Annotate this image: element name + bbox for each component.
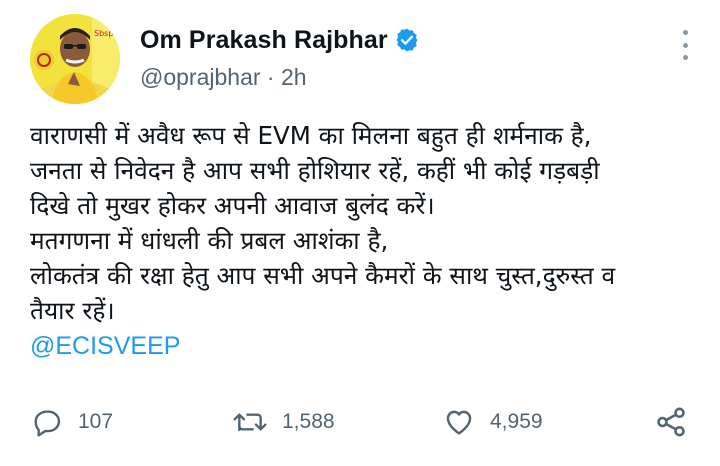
reply-icon — [34, 410, 61, 437]
like-button[interactable]: 4,959 — [442, 402, 543, 442]
retweet-button[interactable]: 1,588 — [232, 402, 335, 442]
avatar-badge-text: Sbsp — [94, 29, 113, 38]
tweet-line: तैयार रहें। — [30, 296, 115, 325]
tweet-text: वाराणसी में अवैध रूप से EVM का मिलना बहु… — [30, 118, 692, 364]
tweet-time[interactable]: 2h — [281, 64, 307, 91]
more-vertical-icon[interactable] — [678, 30, 692, 60]
tweet-line: जनता से निवेदन है आप सभी होशियार रहें, क… — [30, 156, 600, 185]
heart-icon — [446, 410, 472, 435]
avatar[interactable]: Sbsp — [30, 14, 120, 104]
tweet-line: लोकतंत्र की रक्षा हेतु आप सभी अपने कैमरो… — [30, 261, 616, 290]
share-icon — [657, 407, 685, 437]
tweet-header: Om Prakash Rajbhar @oprajbhar · 2h — [140, 22, 660, 92]
like-count: 4,959 — [490, 410, 543, 433]
reply-count: 107 — [78, 410, 114, 433]
tweet-line: दिखे तो मुखर होकर अपनी आवाज बुलंद करें। — [30, 191, 435, 220]
avatar-image: Sbsp — [30, 14, 120, 104]
share-button[interactable] — [654, 402, 688, 442]
retweet-icon — [233, 413, 267, 432]
mention-link[interactable]: @ECISVEEP — [30, 332, 180, 360]
author-name[interactable]: Om Prakash Rajbhar — [140, 26, 388, 55]
reply-button[interactable]: 107 — [32, 402, 113, 442]
tweet-line: मतगणना में धांधली की प्रबल आशंका है, — [30, 226, 389, 255]
retweet-count: 1,588 — [282, 410, 335, 433]
tweet-line: वाराणसी में अवैध रूप से EVM का मिलना बहु… — [30, 121, 592, 150]
meta-separator: · — [266, 63, 275, 90]
verified-badge-icon — [396, 28, 418, 52]
author-handle[interactable]: @oprajbhar — [140, 64, 261, 91]
tweet-card[interactable]: Sbsp Om Prakash Rajbhar @oprajbhar · 2h … — [0, 0, 720, 466]
action-bar: 107 1,588 4,959 — [0, 402, 720, 442]
